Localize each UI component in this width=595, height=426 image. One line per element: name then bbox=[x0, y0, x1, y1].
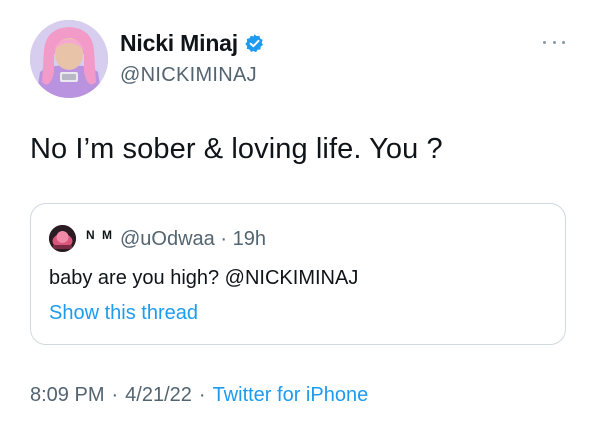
tweet-source-link[interactable]: Twitter for iPhone bbox=[213, 384, 369, 407]
tweet-card: Nicki Minaj @NICKIMINAJ No I’m sober & l… bbox=[0, 0, 595, 426]
tweet-time[interactable]: 8:09 PM bbox=[30, 384, 104, 407]
footer-separator: · bbox=[198, 384, 206, 406]
quoted-author-handle: @uOdwaa bbox=[120, 228, 215, 250]
tweet-text: No I’m sober & loving life. You ? bbox=[30, 133, 443, 165]
tweet-date[interactable]: 4/21/22 bbox=[125, 384, 192, 407]
author-avatar[interactable] bbox=[30, 20, 108, 98]
verified-badge-icon bbox=[244, 33, 265, 54]
more-options-icon[interactable] bbox=[543, 38, 565, 46]
quoted-meta: @uOdwaa · 19h bbox=[120, 228, 266, 251]
quoted-author-name: N M bbox=[86, 228, 114, 242]
footer-separator: · bbox=[111, 384, 119, 406]
author-display-name[interactable]: Nicki Minaj bbox=[120, 30, 238, 57]
more-dot bbox=[562, 40, 565, 44]
more-dot bbox=[552, 40, 556, 44]
quoted-separator: · bbox=[220, 228, 228, 250]
quoted-age: 19h bbox=[232, 228, 266, 250]
author-name-row: Nicki Minaj bbox=[120, 30, 265, 57]
quoted-author-avatar bbox=[49, 225, 76, 252]
more-dot bbox=[543, 40, 546, 44]
author-handle[interactable]: @NICKIMINAJ bbox=[120, 64, 257, 87]
tweet-footer: 8:09 PM · 4/21/22 · Twitter for iPhone bbox=[30, 384, 368, 407]
show-thread-link[interactable]: Show this thread bbox=[49, 302, 198, 325]
quoted-tweet[interactable]: N M @uOdwaa · 19h baby are you high? @NI… bbox=[30, 203, 566, 345]
quoted-tweet-text: baby are you high? @NICKIMINAJ bbox=[49, 267, 359, 289]
